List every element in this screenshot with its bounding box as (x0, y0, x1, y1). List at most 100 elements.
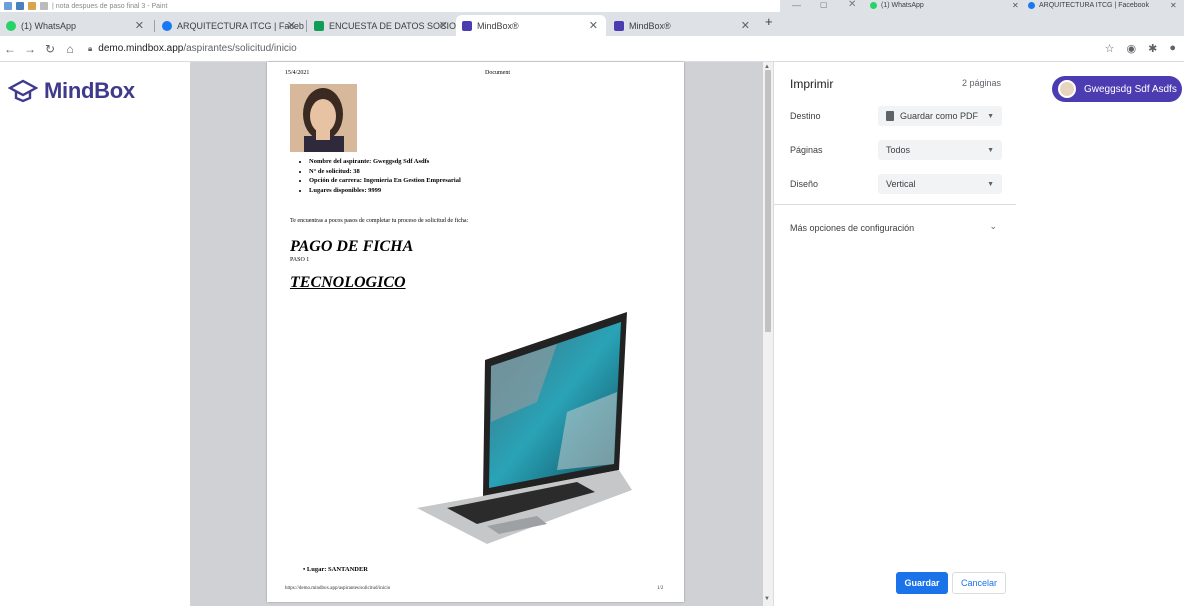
intro-text: Te encuentras a pocos pasos de completar… (290, 218, 469, 224)
applicant-details-list: Nombre del aspirante: Gweggsdg Sdf Asdfs… (303, 157, 461, 195)
tab-label: MindBox® (629, 20, 671, 31)
restore-icon[interactable]: ▢ (820, 0, 828, 9)
lock-icon: 🔒︎ (88, 43, 93, 53)
puzzle-icon[interactable]: ✱ (1148, 42, 1157, 55)
graduation-cap-icon (8, 79, 38, 103)
close-tab-icon[interactable]: ✕ (439, 19, 448, 32)
close-tab-icon[interactable]: ✕ (589, 19, 598, 32)
user-menu-button[interactable]: Gweggsdg Sdf Asdfs (1052, 76, 1182, 102)
tecnologico-heading: TECNOLOGICO (290, 274, 406, 291)
list-item: Nombre del aspirante: Gweggsdg Sdf Asdfs (309, 157, 461, 167)
pages-select[interactable]: Todos ▼ (878, 140, 1002, 160)
pages-label: Páginas (790, 145, 823, 155)
payment-heading: PAGO DE FICHA (290, 238, 414, 255)
brand-name: MindBox (44, 78, 135, 103)
mindbox-icon (614, 20, 624, 31)
destination-row: Destino Guardar como PDF ▼ (790, 105, 1002, 127)
layout-label: Diseño (790, 179, 819, 189)
new-tab-button[interactable]: + (765, 14, 773, 29)
print-preview-area: 15/4/2021 Document Nombre del aspirante:… (190, 62, 772, 606)
scrollbar-thumb[interactable] (765, 70, 771, 332)
close-tab-icon[interactable]: ✕ (741, 19, 750, 32)
back-icon[interactable]: ← (2, 42, 18, 56)
close-tab-icon[interactable]: ✕ (287, 19, 296, 32)
doc-footer-url: https://demo.mindbox.app/aspirantes/soli… (285, 586, 391, 591)
tab-mindbox[interactable]: MindBox® ✕ (608, 15, 758, 36)
tab-facebook-2[interactable]: ARQUITECTURA ITCG | Facebook (1028, 2, 1149, 9)
undo-icon[interactable] (28, 2, 36, 10)
tab-encuesta[interactable]: ENCUESTA DE DATOS SOCIO EC ✕ (308, 15, 456, 36)
facebook-icon (162, 20, 172, 31)
whatsapp-icon (870, 2, 877, 9)
forward-icon[interactable]: → (22, 42, 38, 56)
user-name: Gweggsdg Sdf Asdfs (1084, 83, 1177, 95)
avatar (1058, 80, 1076, 98)
tab-label: MindBox® (477, 20, 519, 31)
cancel-button[interactable]: Cancelar (952, 572, 1006, 594)
tab-label: (1) WhatsApp (881, 2, 924, 9)
chevron-down-icon: ▼ (987, 180, 994, 188)
paint-app-icon (4, 2, 12, 10)
minimize-icon[interactable]: — (792, 0, 801, 10)
profile-icon[interactable]: ● (1169, 42, 1176, 55)
browser-tabstrip: (1) WhatsApp ✕ ARQUITECTURA ITCG | Faceb… (0, 12, 1184, 36)
reload-icon[interactable]: ↻ (42, 42, 58, 56)
place-item: • Lugar: SANTANDER (303, 566, 368, 573)
destination-select[interactable]: Guardar como PDF ▼ (878, 106, 1002, 126)
destination-label: Destino (790, 111, 821, 121)
pages-row: Páginas Todos ▼ (790, 139, 1002, 161)
mindbox-logo[interactable]: MindBox (8, 78, 135, 104)
destination-value: Guardar como PDF (900, 111, 979, 121)
chevron-down-icon: ▼ (987, 112, 994, 120)
close-icon[interactable]: ✕ (848, 0, 856, 10)
tab-whatsapp[interactable]: (1) WhatsApp ✕ (0, 15, 152, 36)
applicant-photo (290, 84, 357, 152)
pages-value: Todos (886, 145, 911, 155)
close-tab-icon[interactable]: ✕ (1170, 1, 1177, 10)
laptop-image (417, 312, 632, 547)
scroll-up-icon[interactable]: ▲ (764, 64, 770, 70)
list-item: N° de solicitud: 38 (309, 167, 461, 177)
page-count: 2 páginas (961, 78, 1001, 88)
chevron-down-icon[interactable]: ⌄ (989, 221, 997, 232)
paint-title-bar: | nota despues de paso final 3 - Paint (0, 0, 780, 12)
more-settings-toggle[interactable]: Más opciones de configuración (790, 223, 914, 233)
doc-date: 15/4/2021 (285, 70, 310, 76)
paint-title: | nota despues de paso final 3 - Paint (52, 2, 168, 10)
tab-label: ARQUITECTURA ITCG | Facebook (1039, 2, 1149, 9)
pdf-file-icon (886, 111, 894, 121)
whatsapp-icon (6, 20, 16, 31)
extension-icon[interactable]: ◉ (1127, 42, 1137, 55)
tab-label: ARQUITECTURA ITCG | Facebook (177, 20, 304, 31)
home-icon[interactable]: ⌂ (62, 42, 78, 56)
preview-page: 15/4/2021 Document Nombre del aspirante:… (267, 62, 684, 602)
divider (774, 204, 1016, 205)
facebook-icon (1028, 2, 1035, 9)
layout-select[interactable]: Vertical ▼ (878, 174, 1002, 194)
chevron-down-icon: ▼ (987, 146, 994, 154)
tab-label: ENCUESTA DE DATOS SOCIO EC (329, 20, 456, 31)
forms-icon (314, 20, 324, 31)
layout-row: Diseño Vertical ▼ (790, 173, 1002, 195)
doc-footer-page: 1/2 (657, 586, 664, 591)
save-icon[interactable] (16, 2, 24, 10)
list-item: Opción de carrera: Ingenieria En Gestion… (309, 176, 461, 186)
place-text: Lugar: SANTANDER (306, 566, 368, 573)
address-bar: ← → ↻ ⌂ 🔒︎ demo.mindbox.app/aspirantes/s… (0, 36, 1184, 62)
scroll-down-icon[interactable]: ▼ (764, 596, 770, 602)
print-settings-panel: Imprimir 2 páginas Destino Guardar como … (773, 62, 1016, 606)
tab-mindbox-active[interactable]: MindBox® ✕ (456, 15, 606, 36)
url-path: /aspirantes/solicitud/inicio (183, 43, 297, 54)
close-tab-icon[interactable]: ✕ (1012, 1, 1019, 10)
doc-header: Document (485, 70, 510, 76)
tab-facebook[interactable]: ARQUITECTURA ITCG | Facebook ✕ (156, 15, 304, 36)
tab-whatsapp-2[interactable]: (1) WhatsApp (870, 2, 924, 9)
mindbox-icon (462, 20, 472, 31)
redo-icon[interactable] (40, 2, 48, 10)
close-tab-icon[interactable]: ✕ (135, 19, 144, 32)
bookmark-star-icon[interactable]: ☆ (1105, 42, 1115, 55)
step-label: PASO 1 (290, 257, 310, 263)
url-field[interactable]: 🔒︎ demo.mindbox.app/aspirantes/solicitud… (88, 43, 297, 54)
save-button[interactable]: Guardar (896, 572, 948, 594)
tab-label: (1) WhatsApp (21, 20, 77, 31)
